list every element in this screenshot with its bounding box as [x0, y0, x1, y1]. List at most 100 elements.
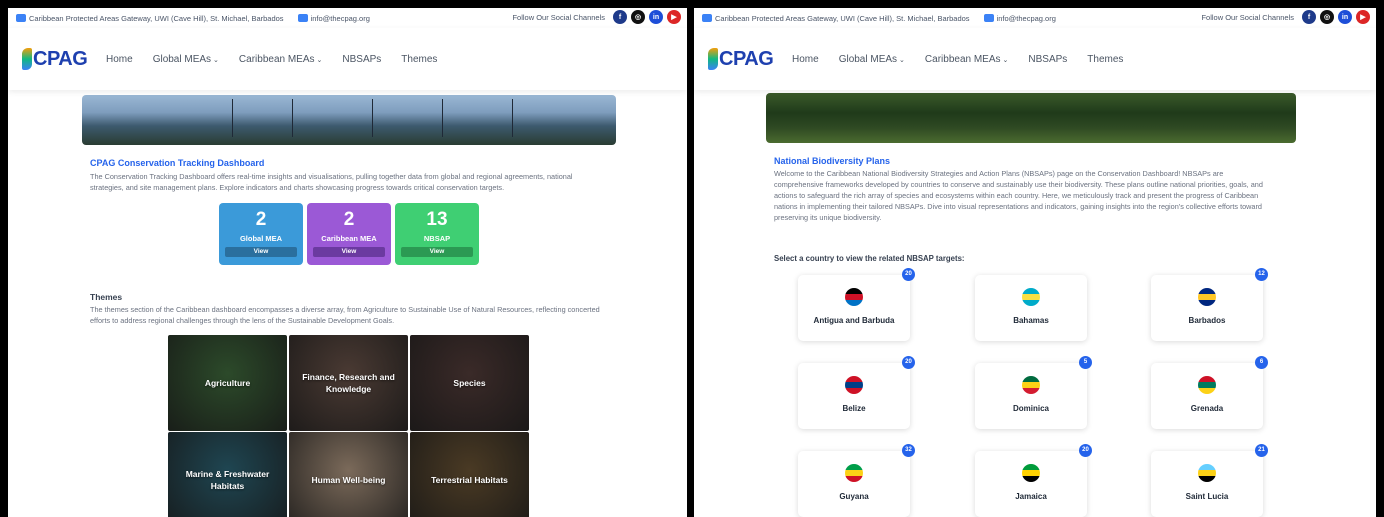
facebook-icon[interactable]: f [1302, 10, 1316, 24]
select-country-label: Select a country to view the related NBS… [774, 254, 965, 263]
country-card[interactable]: Antigua and Barbuda 20 [798, 268, 915, 341]
map-icon [16, 14, 26, 22]
stat-value: 13 [426, 209, 448, 230]
nav-caribbean-meas-label: Caribbean MEAs [238, 53, 315, 65]
stat-value: 2 [343, 209, 355, 230]
target-count-badge: 6 [1255, 356, 1268, 369]
country-card[interactable]: Guyana 32 [798, 444, 915, 517]
stat-card-caribbean-mea: 2 Caribbean MEA View [307, 203, 391, 265]
country-card[interactable]: Dominica 5 [975, 356, 1092, 429]
nav-nbsaps[interactable]: NBSAPs [342, 54, 381, 65]
flag-icon [1022, 464, 1040, 482]
social-links: Follow Our Social Channels f ◎ in ▶ [512, 10, 681, 24]
country-card[interactable]: Jamaica 20 [975, 444, 1092, 517]
target-count-badge: 5 [1079, 356, 1092, 369]
nav-global-meas[interactable]: Global MEAs ⌄ [153, 54, 219, 65]
country-card[interactable]: Bahamas [975, 275, 1087, 341]
country-name: Bahamas [1013, 316, 1049, 325]
country-name: Dominica [1012, 404, 1049, 413]
country-name: Barbados [1188, 316, 1226, 325]
mast-decor [512, 99, 513, 137]
nbsap-title: National Biodiversity Plans [774, 156, 891, 166]
flag-icon [1022, 288, 1040, 306]
stat-label: NBSAP [423, 234, 451, 243]
stat-label: Caribbean MEA [321, 234, 377, 243]
nav-global-meas-label: Global MEAs [838, 53, 898, 65]
nav-caribbean-meas[interactable]: Caribbean MEAs ⌄ [239, 54, 322, 65]
nav-themes[interactable]: Themes [1087, 54, 1123, 65]
country-card[interactable]: Grenada 6 [1151, 356, 1268, 429]
main-nav: CPAG Home Global MEAs ⌄ Caribbean MEAs ⌄ N… [8, 28, 687, 90]
flag-icon [845, 288, 863, 306]
mast-decor [372, 99, 373, 137]
map-icon [702, 14, 712, 22]
cpag-logo[interactable]: CPAG [22, 48, 106, 71]
chevron-down-icon: ⌄ [316, 56, 323, 64]
theme-tile[interactable]: Species [410, 335, 529, 431]
linkedin-icon[interactable]: in [1338, 10, 1352, 24]
mail-icon [983, 14, 994, 22]
country-name: Saint Lucia [1185, 492, 1229, 501]
cpag-logo[interactable]: CPAG [708, 48, 792, 71]
country-name: Grenada [1190, 404, 1224, 413]
logo-text: CPAG [33, 47, 88, 70]
chevron-down-icon: ⌄ [213, 56, 219, 64]
nav-global-meas[interactable]: Global MEAs ⌄ [839, 54, 905, 65]
instagram-icon[interactable]: ◎ [631, 10, 645, 24]
forest-banner-image [766, 93, 1296, 143]
stat-card-global-mea: 2 Global MEA View [219, 203, 303, 265]
location-text: Caribbean Protected Areas Gateway, UWI (… [29, 13, 284, 23]
stat-value: 2 [255, 209, 267, 230]
themes-title: Themes [90, 292, 123, 302]
facebook-icon[interactable]: f [613, 10, 627, 24]
youtube-icon[interactable]: ▶ [1356, 10, 1370, 24]
chevron-down-icon: ⌄ [899, 56, 905, 64]
target-count-badge: 20 [902, 268, 915, 281]
linkedin-icon[interactable]: in [649, 10, 663, 24]
nav-home[interactable]: Home [106, 54, 133, 65]
flag-icon [845, 464, 863, 482]
email-link[interactable]: info@thecpag.org [997, 14, 1056, 23]
country-card[interactable]: Barbados 12 [1151, 268, 1268, 341]
flag-icon [1198, 376, 1216, 394]
nbsap-page: Caribbean Protected Areas Gateway, UWI (… [694, 8, 1376, 517]
instagram-icon[interactable]: ◎ [1320, 10, 1334, 24]
nav-caribbean-meas-label: Caribbean MEAs [924, 53, 1001, 65]
theme-tile[interactable]: Marine & Freshwater Habitats [168, 432, 287, 517]
hero-banner-image [82, 95, 616, 145]
theme-tile[interactable]: Human Well-being [289, 432, 408, 517]
dashboard-title: CPAG Conservation Tracking Dashboard [90, 158, 265, 168]
theme-tile[interactable]: Terrestrial Habitats [410, 432, 529, 517]
main-nav: CPAG Home Global MEAs ⌄ Caribbean MEAs ⌄ N… [694, 28, 1376, 90]
social-links: Follow Our Social Channels f ◎ in ▶ [1201, 10, 1370, 24]
nav-caribbean-meas[interactable]: Caribbean MEAs ⌄ [925, 54, 1008, 65]
view-button[interactable]: View [225, 247, 297, 257]
nav-nbsaps[interactable]: NBSAPs [1028, 54, 1067, 65]
stat-label: Global MEA [239, 234, 283, 243]
theme-tile[interactable]: Agriculture [168, 335, 287, 431]
social-label: Follow Our Social Channels [1201, 12, 1294, 22]
country-card[interactable]: Belize 20 [798, 356, 915, 429]
country-card[interactable]: Saint Lucia 21 [1151, 444, 1268, 517]
country-name: Guyana [839, 492, 869, 501]
nbsap-intro: Welcome to the Caribbean National Biodiv… [774, 169, 1263, 222]
country-name: Jamaica [1015, 492, 1047, 501]
target-count-badge: 20 [902, 356, 915, 369]
youtube-icon[interactable]: ▶ [667, 10, 681, 24]
social-label: Follow Our Social Channels [512, 12, 605, 22]
nav-themes[interactable]: Themes [401, 54, 437, 65]
theme-tile[interactable]: Finance, Research and Knowledge [289, 335, 408, 431]
view-button[interactable]: View [313, 247, 385, 257]
mast-decor [442, 99, 443, 137]
country-name: Antigua and Barbuda [813, 316, 895, 325]
dashboard-intro: The Conservation Tracking Dashboard offe… [90, 172, 573, 192]
view-button[interactable]: View [401, 247, 473, 257]
mast-decor [232, 99, 233, 137]
themes-intro: The themes section of the Caribbean dash… [90, 305, 600, 325]
logo-mark-icon [708, 48, 718, 70]
nav-home[interactable]: Home [792, 54, 819, 65]
email-link[interactable]: info@thecpag.org [311, 14, 370, 23]
flag-icon [845, 376, 863, 394]
mast-decor [292, 99, 293, 137]
dashboard-page: Caribbean Protected Areas Gateway, UWI (… [8, 8, 687, 517]
